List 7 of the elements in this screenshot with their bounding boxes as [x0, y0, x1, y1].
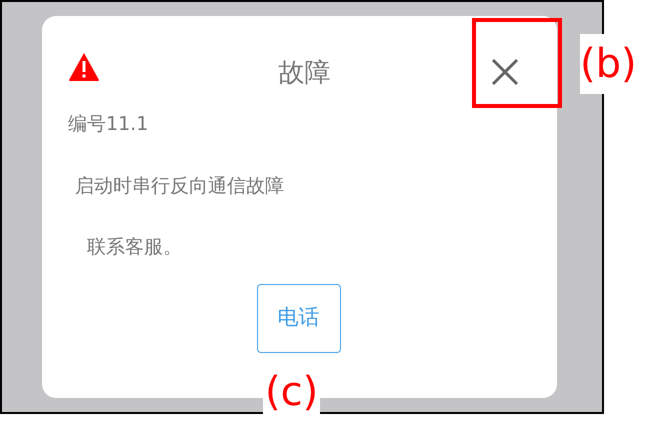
- warning-icon: [68, 52, 100, 82]
- message-text: 编号11.1: [68, 113, 148, 135]
- dialog-title: 故障: [278, 56, 330, 90]
- message-text: 启动时串行反向通信故障: [75, 174, 284, 196]
- phone-button[interactable]: 电话: [256, 284, 340, 352]
- message-text: 联系客服。: [86, 236, 182, 258]
- close-icon: [491, 58, 519, 86]
